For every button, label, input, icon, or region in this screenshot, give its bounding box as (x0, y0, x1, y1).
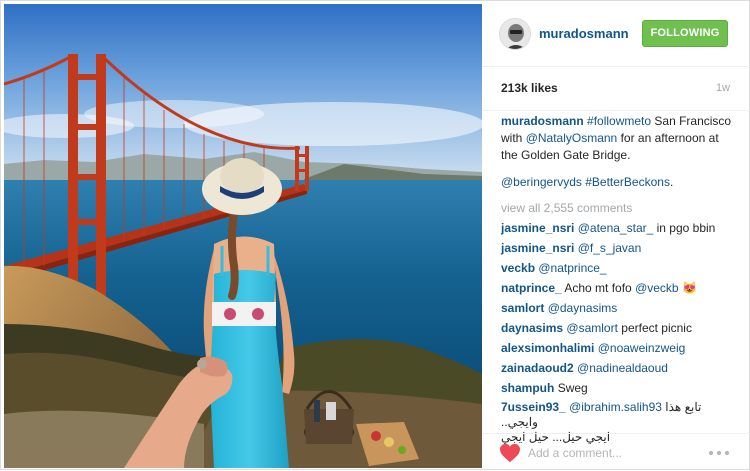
comment-username[interactable]: natprince_ (501, 281, 562, 295)
comment-item: natprince_ Acho mt fofo @veckb 😻 (501, 280, 733, 297)
comment-username[interactable]: shampuh (501, 381, 554, 395)
comment-item: daynasims @samlort perfect picnic (501, 320, 733, 337)
post-header: muradosmann FOLLOWING (482, 1, 750, 67)
comment-mention[interactable]: @noaweinzweig (598, 341, 686, 355)
comment-mention[interactable]: @nadinealdaoud (577, 361, 668, 375)
header-username[interactable]: muradosmann (539, 26, 629, 41)
avatar[interactable] (499, 18, 531, 50)
comment-item: alexsimonhalimi @noaweinzweig (501, 340, 733, 357)
comment-username[interactable]: veckb (501, 261, 535, 275)
comment-username[interactable]: jasmine_nsri (501, 221, 574, 235)
post-meta: 213k likes 1w (482, 67, 750, 111)
caption-hashtag[interactable]: #followmeto (587, 114, 651, 128)
comment-mention[interactable]: @samlort (566, 321, 618, 335)
comment-item: jasmine_nsri @atena_star_ in pgo bbin (501, 220, 733, 237)
comment-mention[interactable]: @veckb (635, 281, 679, 295)
comment-text: in pgo bbin (656, 221, 716, 235)
caption-line-2: @beringervyds #BetterBeckons. (501, 174, 733, 191)
comment-item: samlort @daynasims (501, 300, 733, 317)
caption-mention[interactable]: @NatalyOsmann (526, 131, 618, 145)
comment-mention[interactable]: @f_s_javan (578, 241, 642, 255)
comment-text: Sweg (557, 381, 588, 395)
comment-item: jasmine_nsri @f_s_javan (501, 240, 733, 257)
avatar-image (500, 19, 530, 49)
comment-item: veckb @natprince_ (501, 260, 733, 277)
caption-hashtag-2[interactable]: #BetterBeckons (585, 175, 670, 189)
heart-icon[interactable] (499, 443, 521, 463)
comment-username[interactable]: samlort (501, 301, 544, 315)
caption-mention-2[interactable]: @beringervyds (501, 175, 582, 189)
comment-username[interactable]: alexsimonhalimi (501, 341, 594, 355)
post-time[interactable]: 1w (716, 82, 730, 94)
view-all-comments-link[interactable]: view all 2,555 comments (501, 200, 733, 217)
post-photo[interactable] (4, 4, 482, 468)
comment-username[interactable]: zainadaoud2 (501, 361, 574, 375)
comment-mention[interactable]: @daynasims (548, 301, 618, 315)
more-options-icon[interactable] (708, 446, 730, 460)
comment-username[interactable]: 7ussein93_ (501, 400, 566, 414)
likes-count[interactable]: 213k likes (501, 81, 558, 95)
following-button[interactable]: FOLLOWING (642, 20, 728, 47)
comment-text: perfect picnic (621, 321, 692, 335)
comment-emoji: 😻 (681, 281, 697, 295)
post-details-panel: muradosmann FOLLOWING 213k likes 1w mura… (482, 1, 750, 471)
caption-username[interactable]: muradosmann (501, 114, 584, 128)
more-dot (725, 451, 729, 455)
add-comment-input[interactable] (528, 442, 696, 464)
comment-mention[interactable]: @ibrahim.salih93 (569, 400, 662, 414)
more-dot (709, 451, 713, 455)
more-dot (717, 451, 721, 455)
comment-item: zainadaoud2 @nadinealdaoud (501, 360, 733, 377)
caption-end: . (669, 175, 674, 189)
caption: muradosmann #followmeto San Francisco wi… (501, 113, 733, 164)
comment-item: shampuh Sweg (501, 380, 733, 397)
comment-username[interactable]: jasmine_nsri (501, 241, 574, 255)
post-footer (482, 433, 750, 471)
golden-gate-photo (4, 4, 482, 468)
comment-mention[interactable]: @natprince_ (538, 261, 606, 275)
comments-section: muradosmann #followmeto San Francisco wi… (501, 111, 733, 445)
comment-text: Acho mt fofo (564, 281, 632, 295)
comment-username[interactable]: daynasims (501, 321, 563, 335)
post-frame: muradosmann FOLLOWING 213k likes 1w mura… (0, 0, 750, 470)
comment-mention[interactable]: @atena_star_ (578, 221, 654, 235)
